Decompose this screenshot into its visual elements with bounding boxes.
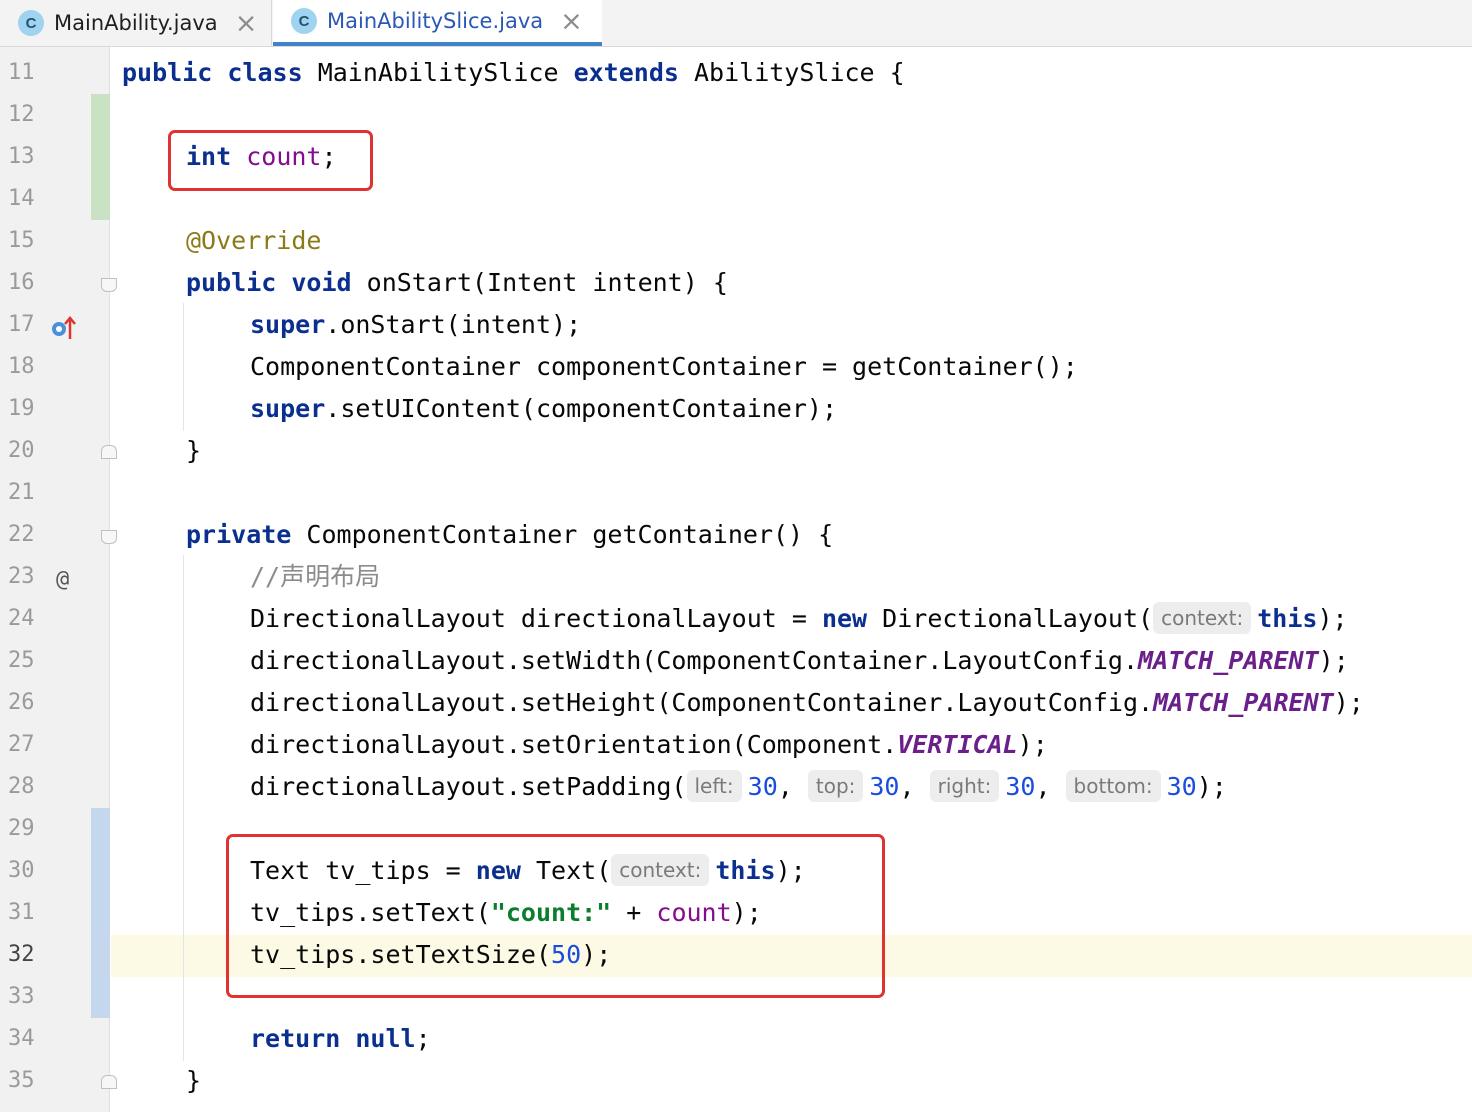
line-number[interactable]: 17	[8, 304, 48, 346]
parameter-hint: right:	[929, 770, 1000, 802]
line-number[interactable]: 34	[8, 1018, 48, 1060]
line-number[interactable]: 35	[8, 1060, 48, 1102]
line-number-current[interactable]: 32	[8, 934, 48, 976]
editor-tab-bar: C MainAbility.java × C MainAbilitySlice.…	[0, 0, 1472, 47]
code-line-34: return null;	[250, 1024, 431, 1053]
code-line-28: directionalLayout.setPadding(left: 30, to…	[250, 770, 1227, 802]
line-number[interactable]: 29	[8, 808, 48, 850]
line-number[interactable]: 22	[8, 514, 48, 556]
parameter-hint: context:	[1153, 602, 1252, 634]
line-number[interactable]: 19	[8, 388, 48, 430]
highlight-box-text-block	[226, 834, 885, 998]
code-line-18: ComponentContainer componentContainer = …	[250, 352, 1078, 381]
editor-gutter: 11 12 13 14 15 16 17 18 19 20 21 22 23 2…	[0, 47, 117, 1112]
code-line-17: super.onStart(intent);	[250, 310, 582, 339]
code-line-16: public void onStart(Intent intent) {	[186, 268, 728, 297]
line-number[interactable]: 12	[8, 94, 48, 136]
vcs-modified-marker[interactable]	[91, 808, 110, 1018]
indent-guide	[183, 303, 184, 431]
line-number[interactable]: 24	[8, 598, 48, 640]
line-number[interactable]: 31	[8, 892, 48, 934]
line-number[interactable]: 28	[8, 766, 48, 808]
line-number[interactable]: 21	[8, 472, 48, 514]
line-number[interactable]: 23	[8, 556, 48, 598]
code-line-35: }	[186, 1066, 202, 1095]
code-editor[interactable]: public class MainAbilitySlice extends Ab…	[111, 47, 1472, 1112]
close-icon[interactable]: ×	[235, 10, 258, 37]
vcs-added-marker[interactable]	[91, 94, 110, 220]
line-number[interactable]: 25	[8, 640, 48, 682]
override-method-icon[interactable]	[50, 315, 80, 341]
java-class-icon: C	[291, 8, 317, 34]
code-line-15: @Override	[186, 226, 322, 255]
java-class-icon: C	[18, 10, 44, 36]
code-line-25: directionalLayout.setWidth(ComponentCont…	[250, 646, 1349, 675]
parameter-hint: left:	[686, 770, 742, 802]
line-number[interactable]: 33	[8, 976, 48, 1018]
line-number[interactable]: 30	[8, 850, 48, 892]
code-line-26: directionalLayout.setHeight(ComponentCon…	[250, 688, 1364, 717]
code-line-19: super.setUIContent(componentContainer);	[250, 394, 838, 423]
line-number[interactable]: 11	[8, 52, 48, 94]
tab-divider	[271, 0, 272, 46]
code-line-23: //声明布局	[250, 562, 381, 591]
line-number[interactable]: 18	[8, 346, 48, 388]
line-number[interactable]: 27	[8, 724, 48, 766]
indent-guide	[183, 555, 184, 1061]
line-number[interactable]: 13	[8, 136, 48, 178]
parameter-hint: bottom:	[1065, 770, 1161, 802]
implements-marker-icon[interactable]: @	[56, 567, 69, 592]
line-number[interactable]: 26	[8, 682, 48, 724]
line-number[interactable]: 16	[8, 262, 48, 304]
code-line-20: }	[186, 436, 202, 465]
highlight-box-field	[168, 130, 373, 191]
code-line-24: DirectionalLayout directionalLayout = ne…	[250, 602, 1348, 634]
parameter-hint: top:	[807, 770, 864, 802]
tab-mainabilityslice[interactable]: C MainAbilitySlice.java ×	[273, 0, 602, 46]
line-number[interactable]: 15	[8, 220, 48, 262]
close-icon[interactable]: ×	[560, 8, 583, 35]
line-number[interactable]: 20	[8, 430, 48, 472]
tab-label: MainAbilitySlice.java	[327, 9, 544, 33]
line-number[interactable]: 14	[8, 178, 48, 220]
code-line-27: directionalLayout.setOrientation(Compone…	[250, 730, 1048, 759]
code-line-22: private ComponentContainer getContainer(…	[186, 520, 834, 549]
tab-mainability[interactable]: C MainAbility.java ×	[0, 0, 270, 46]
code-line-11: public class MainAbilitySlice extends Ab…	[122, 58, 905, 87]
tab-label: MainAbility.java	[54, 11, 218, 35]
